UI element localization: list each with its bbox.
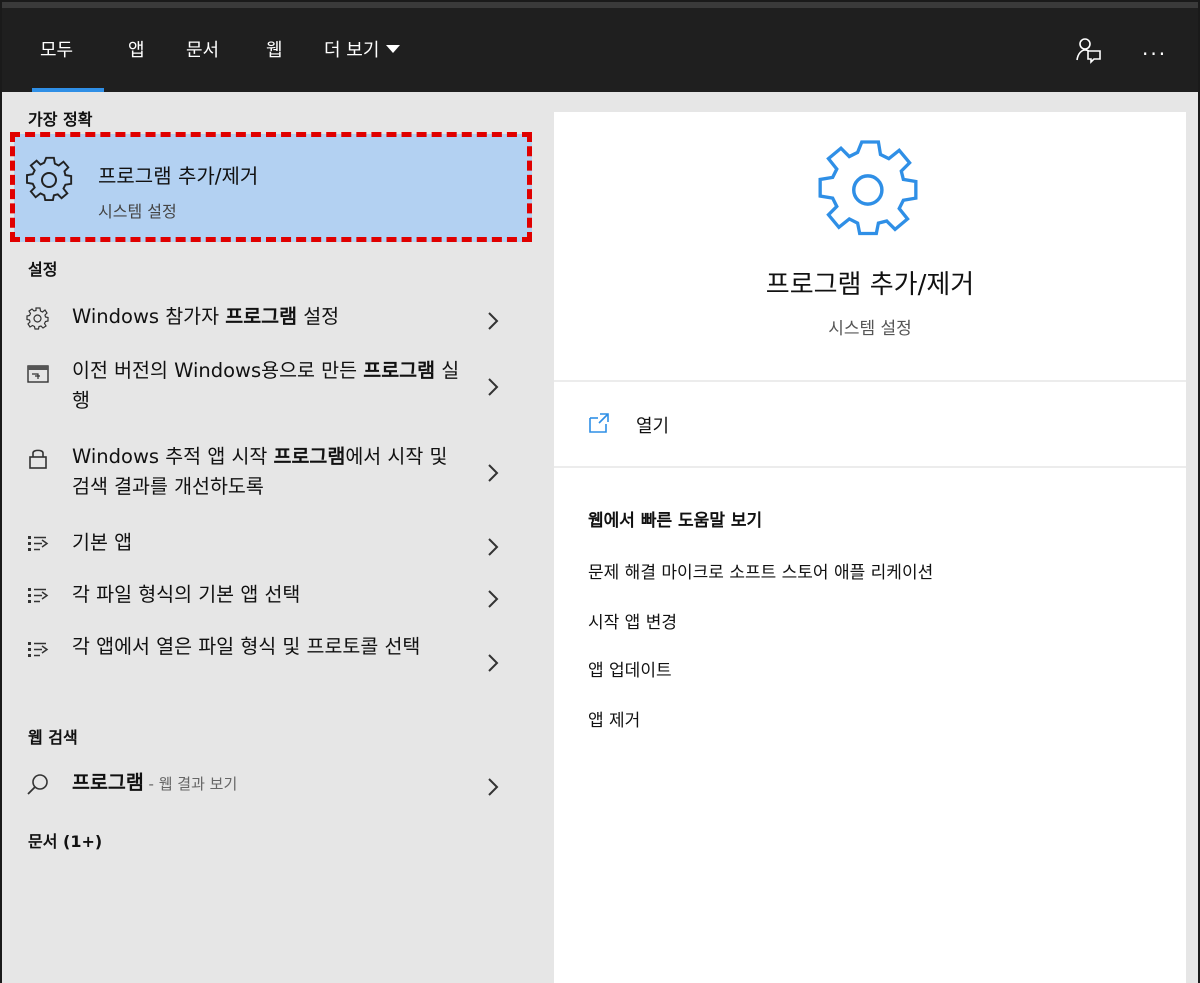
gear-icon [818,138,922,242]
preview-pane: 프로그램 추가/제거 시스템 설정 열기 웹에서 빠른 도움말 보기 문제 해결… [554,112,1186,983]
preview-subtitle: 시스템 설정 [828,319,912,339]
chevron-right-icon [486,588,500,610]
tab-more-label: 더 보기 [324,40,380,61]
list-icon [26,584,50,608]
chevron-right-icon [486,462,500,484]
preview-title: 프로그램 추가/제거 [765,270,975,300]
settings-header: 설정 [28,260,58,279]
web-help-link[interactable]: 앱 업데이트 [588,656,672,681]
results-list: 가장 정확 프로그램 추가/제거 시스템 설정 설정 Windows 참가자 프… [2,92,532,983]
settings-item-file-types-and-protocols[interactable]: 각 앱에서 열은 파일 형식 및 프로토콜 선택 [2,630,532,692]
settings-item-label: 기본 앱 [72,531,133,554]
best-match-title: 프로그램 추가/제거 [98,164,259,188]
divider [554,466,1186,468]
tab-more[interactable]: 더 보기 [324,36,401,66]
settings-item-insider-program[interactable]: Windows 참가자 프로그램 설정 [2,298,532,334]
settings-item-compat-mode[interactable]: 이전 버전의 Windows용으로 만든 프로그램 실행 [2,354,532,416]
web-help-link[interactable]: 시작 앱 변경 [588,608,677,633]
search-window: 모두 앱 문서 웹 더 보기 ··· 가장 정확 프로그램 추가/제거 시스템 … [0,0,1200,983]
documents-header: 문서 (1+) [28,832,103,851]
tab-documents[interactable]: 문서 [186,36,219,66]
window-compat-icon [26,362,50,386]
settings-item-label: 이전 버전의 Windows용으로 만든 프로그램 실행 [72,359,460,412]
web-help-header: 웹에서 빠른 도움말 보기 [588,511,763,531]
best-match-result[interactable] [14,134,532,242]
best-match-header: 가장 정확 [28,110,93,129]
settings-item-default-apps-by-file-type[interactable]: 각 파일 형식의 기본 앱 선택 [2,576,532,612]
search-scope-bar: 모두 앱 문서 웹 더 보기 ··· [2,2,1198,92]
chevron-right-icon [486,652,500,674]
web-help-link[interactable]: 문제 해결 마이크로 소프트 스토어 애플 리케이션 [588,558,933,583]
gear-icon [26,156,74,204]
open-external-icon [588,412,610,434]
open-label: 열기 [636,416,670,437]
chevron-right-icon [486,310,500,332]
tab-all[interactable]: 모두 [40,36,73,66]
chevron-right-icon [486,536,500,558]
list-icon [26,532,50,556]
caret-down-icon [386,45,401,53]
search-icon [26,772,50,796]
list-icon [26,638,50,662]
web-search-result[interactable]: 프로그램 - 웹 결과 보기 [2,764,532,800]
feedback-person-icon[interactable] [1074,36,1102,68]
settings-item-label: 각 파일 형식의 기본 앱 선택 [72,583,301,606]
chevron-right-icon [486,776,500,798]
more-options-button[interactable]: ··· [1142,42,1167,66]
web-search-label: 프로그램 - 웹 결과 보기 [72,771,238,794]
web-help-link[interactable]: 앱 제거 [588,706,640,731]
settings-item-track-app-launches[interactable]: Windows 추적 앱 시작 프로그램에서 시작 및 검색 결과를 개선하도록 [2,440,532,502]
settings-item-label: Windows 추적 앱 시작 프로그램에서 시작 및 검색 결과를 개선하도록 [72,445,448,498]
lock-icon [26,446,50,470]
settings-item-label: Windows 참가자 프로그램 설정 [72,305,340,328]
web-search-header: 웹 검색 [28,728,78,747]
gear-icon [26,306,50,330]
settings-item-default-apps[interactable]: 기본 앱 [2,524,532,560]
divider [554,380,1186,382]
chevron-right-icon [486,376,500,398]
best-match-subtitle: 시스템 설정 [98,202,177,221]
settings-item-label: 각 앱에서 열은 파일 형식 및 프로토콜 선택 [72,635,421,658]
tab-web[interactable]: 웹 [266,36,283,66]
tab-apps[interactable]: 앱 [128,36,145,66]
